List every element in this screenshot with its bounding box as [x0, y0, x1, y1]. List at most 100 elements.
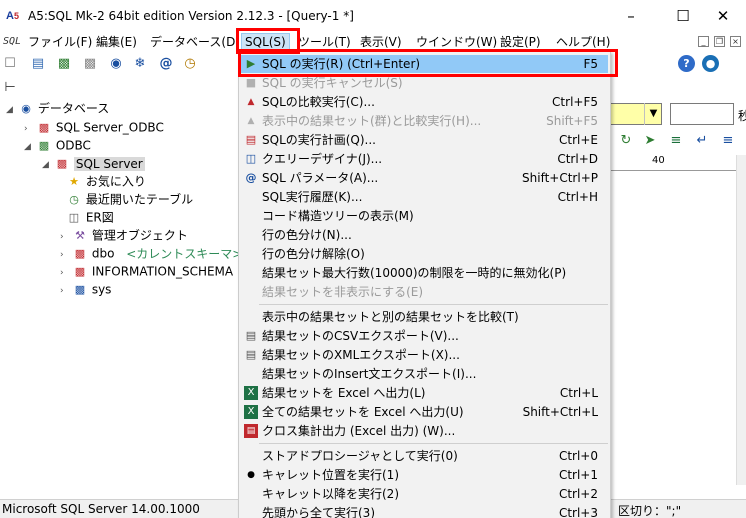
tree-node-sqlserver-odbc[interactable]: › ▩ SQL Server_ODBC	[24, 118, 164, 136]
size-input[interactable]	[670, 103, 734, 125]
wrap-icon[interactable]: ↵	[694, 133, 710, 149]
database-icon: ◉	[21, 101, 31, 115]
menu-item-row-color-clear[interactable]: 行の色分け解除(O)	[241, 245, 608, 263]
menu-item-compare-result[interactable]: ▲ 表示中の結果セット(群)と比較実行(H)... Shift+F5	[241, 112, 608, 130]
menu-item-exec-all[interactable]: 先頭から全て実行(3) Ctrl+3	[241, 504, 608, 518]
indent-icon[interactable]: ≡	[720, 133, 736, 149]
menu-database[interactable]: データベース(D	[150, 34, 235, 50]
odbc-icon: ▩	[38, 138, 50, 152]
tree-layout-icon[interactable]: ⊢	[2, 80, 18, 96]
clock-icon[interactable]: ◷	[182, 56, 198, 72]
mdi-restore-button[interactable]: ❐	[714, 36, 725, 47]
er-diagram-icon: ◫	[68, 210, 80, 224]
menu-settings[interactable]: 設定(P)	[500, 34, 541, 50]
editor-ruler: 40	[608, 155, 736, 171]
database-icon[interactable]: ◉	[108, 56, 124, 72]
mdi-minimize-button[interactable]: _	[698, 36, 709, 47]
menu-item-excel-export-all[interactable]: X 全ての結果セットを Excel へ出力(U) Shift+Ctrl+L	[241, 403, 608, 421]
help-icon[interactable]: ?	[678, 55, 695, 72]
plan-icon: ▤	[245, 133, 257, 146]
title-bar: A5 A5:SQL Mk-2 64bit edition Version 2.1…	[0, 0, 746, 33]
csv-export-icon: ▤	[245, 329, 257, 342]
db-connect-icon[interactable]: ▩	[56, 56, 72, 72]
menu-item-exec-stored-proc[interactable]: ストアドプロシージャとして実行(0) Ctrl+0	[241, 447, 608, 465]
mdi-close-button[interactable]: ×	[730, 36, 741, 47]
menu-item-insert-export[interactable]: 結果セットのInsert文エクスポート(I)...	[241, 365, 608, 383]
tree-node-er-diagram[interactable]: ◫ ER図	[66, 208, 114, 226]
database-tree: ◢ ◉ データベース › ▩ SQL Server_ODBC ◢ ▩ ODBC ◢ ▩ …	[0, 99, 242, 499]
menu-tools[interactable]: ツール(T)	[298, 34, 351, 50]
sql-dropdown-menu: ▶ SQL の実行(R) (Ctrl+Enter) F5 ■ SQL の実行キャ…	[238, 51, 611, 518]
schema-icon: ▩	[74, 246, 86, 260]
align-icon[interactable]: ≡	[668, 133, 684, 149]
menu-edit[interactable]: 編集(E)	[96, 34, 137, 50]
server-icon: ▩	[56, 156, 68, 170]
compare-icon: ▲	[247, 97, 255, 107]
new-file-icon[interactable]: ☐	[2, 56, 18, 72]
menu-item-code-tree[interactable]: コード構造ツリーの表示(M)	[241, 207, 608, 225]
menu-file[interactable]: ファイル(F)	[28, 34, 92, 50]
menu-item-compare-exec[interactable]: ▲ SQLの比較実行(C)... Ctrl+F5	[241, 93, 608, 111]
star-icon: ★	[69, 174, 79, 188]
close-button[interactable]: ✕	[700, 0, 746, 32]
tree-node-information-schema[interactable]: › ▩ INFORMATION_SCHEMA	[60, 262, 233, 280]
tools-icon: ⚒	[75, 228, 85, 242]
excel-icon: X	[244, 386, 258, 400]
tree-node-databases[interactable]: ◢ ◉ データベース	[6, 99, 109, 117]
chevron-down-icon[interactable]: ▼	[644, 103, 662, 125]
menu-item-hide-resultset[interactable]: 結果セットを非表示にする(E)	[241, 283, 608, 301]
at-icon[interactable]: @	[158, 56, 174, 72]
menu-item-sql-history[interactable]: SQL実行履歴(K)... Ctrl+H	[241, 188, 608, 206]
seconds-label: 秒	[738, 109, 746, 123]
tree-node-favorites[interactable]: ★ お気に入り	[66, 172, 146, 190]
menu-item-query-designer[interactable]: ◫ クエリーデザイナ(J)... Ctrl+D	[241, 150, 608, 168]
menu-item-exec-caret[interactable]: ● キャレット位置を実行(1) Ctrl+1	[241, 466, 608, 484]
arrow-icon[interactable]: ➤	[642, 133, 658, 149]
menu-view[interactable]: 表示(V)	[360, 34, 402, 50]
status-delimiter: 区切り：";"	[618, 504, 682, 518]
tree-node-sql-server[interactable]: ◢ ▩ SQL Server	[42, 154, 145, 172]
schema-icon: ▩	[74, 264, 86, 278]
menu-item-excel-export[interactable]: X 結果セットを Excel へ出力(L) Ctrl+L	[241, 384, 608, 402]
chevron-right-icon[interactable]: ›	[60, 282, 72, 300]
app-logo-icon: A5	[6, 10, 19, 22]
chevron-down-icon[interactable]: ◢	[24, 138, 36, 156]
menu-separator	[259, 443, 608, 444]
menu-item-row-color[interactable]: 行の色分け(N)...	[241, 226, 608, 244]
menu-item-exec-after-caret[interactable]: キャレット以降を実行(2) Ctrl+2	[241, 485, 608, 503]
menu-item-compare-resultsets[interactable]: 表示中の結果セットと別の結果セットを比較(T)	[241, 308, 608, 326]
menu-help[interactable]: ヘルプ(H)	[556, 34, 610, 50]
tree-node-dbo[interactable]: › ▩ dbo <カレントスキーマ>	[60, 244, 242, 262]
schema-icon: ▩	[74, 282, 86, 296]
db-disconnect-icon[interactable]: ▩	[82, 56, 98, 72]
menu-separator	[259, 304, 608, 305]
tree-node-odbc[interactable]: ◢ ▩ ODBC	[24, 136, 91, 154]
xml-export-icon: ▤	[245, 348, 257, 361]
tree-node-sys[interactable]: › ▩ sys	[60, 280, 111, 298]
menu-item-exec-plan[interactable]: ▤ SQLの実行計画(Q)... Ctrl+E	[241, 131, 608, 149]
menu-item-crosstab[interactable]: ▤ クロス集計出力 (Excel 出力) (W)...	[241, 422, 608, 440]
menu-item-sql-params[interactable]: @ SQL パラメータ(A)... Shift+Ctrl+P	[241, 169, 608, 187]
server-icon: ▩	[38, 120, 50, 134]
crosstab-icon: ▤	[244, 424, 258, 438]
menu-item-disable-row-limit[interactable]: 結果セット最大行数(10000)の制限を一時的に無効化(P)	[241, 264, 608, 282]
compare-result-icon: ▲	[247, 116, 255, 126]
cancel-icon: ■	[245, 76, 257, 89]
menu-item-xml-export[interactable]: ▤ 結果セットのXMLエクスポート(X)...	[241, 346, 608, 364]
globe-icon[interactable]: ●	[702, 55, 719, 72]
tree-node-recent-tables[interactable]: ◷ 最近開いたテーブル	[66, 190, 193, 208]
chevron-down-icon[interactable]: ◢	[42, 156, 54, 174]
tree-node-admin-objects[interactable]: › ⚒ 管理オブジェクト	[60, 226, 188, 244]
chevron-down-icon[interactable]: ◢	[6, 101, 18, 119]
vertical-scrollbar[interactable]	[736, 155, 746, 485]
designer-icon: ◫	[245, 152, 257, 165]
open-icon[interactable]: ▤	[30, 56, 46, 72]
recent-icon: ◷	[69, 192, 79, 206]
at-icon: @	[245, 171, 257, 184]
menu-item-csv-export[interactable]: ▤ 結果セットのCSVエクスポート(V)...	[241, 327, 608, 345]
app-window: { "window": { "title": "A5:SQL Mk-2 64bi…	[0, 0, 746, 518]
refresh-icon[interactable]: ↻	[618, 133, 634, 149]
gear-icon[interactable]: ❄	[132, 56, 148, 72]
minimize-button[interactable]: –	[608, 0, 654, 32]
menu-window[interactable]: ウインドウ(W)	[416, 34, 497, 50]
